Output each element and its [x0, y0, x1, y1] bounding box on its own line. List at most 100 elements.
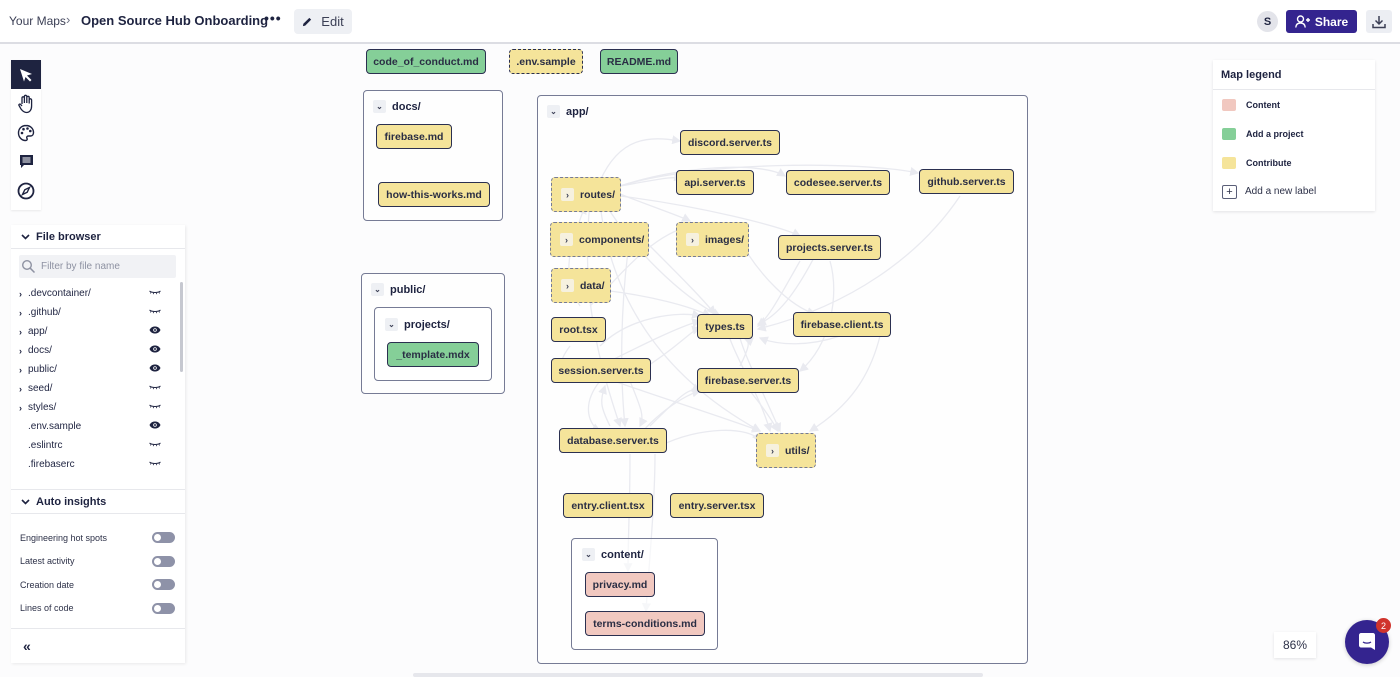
collapse-panel-button[interactable]: «: [11, 628, 185, 663]
file-node[interactable]: firebase.md: [376, 124, 452, 149]
file-node[interactable]: codesee.server.ts: [786, 170, 890, 195]
folder-node[interactable]: › routes/: [551, 177, 621, 212]
comment-tool[interactable]: [11, 147, 41, 176]
file-node[interactable]: README.md: [600, 49, 678, 74]
legend-item[interactable]: Contribute: [1213, 148, 1375, 177]
eye-icon[interactable]: [149, 364, 161, 375]
chevron-right-icon[interactable]: ›: [19, 327, 28, 337]
folder-node[interactable]: › utils/: [756, 433, 816, 468]
file-filter-input[interactable]: [41, 261, 171, 272]
file-node[interactable]: session.server.ts: [551, 358, 651, 383]
file-browser-item[interactable]: .env.sample: [11, 417, 185, 436]
file-node[interactable]: entry.server.tsx: [670, 493, 764, 518]
chevron-right-icon[interactable]: ›: [19, 365, 28, 375]
group-app-header[interactable]: ⌄ app/: [547, 105, 589, 118]
file-node[interactable]: _template.mdx: [387, 342, 479, 367]
insight-toggle[interactable]: [152, 532, 175, 543]
folder-node[interactable]: › data/: [551, 268, 611, 303]
eye-icon[interactable]: [149, 421, 161, 432]
plus-icon: +: [1222, 184, 1237, 199]
file-node[interactable]: entry.client.tsx: [563, 493, 653, 518]
file-node[interactable]: api.server.ts: [676, 170, 754, 195]
file-browser-item[interactable]: .firebaserc: [11, 455, 185, 474]
map-canvas[interactable]: code_of_conduct.md .env.sample README.md…: [0, 46, 1400, 676]
download-button[interactable]: [1366, 10, 1392, 33]
navigate-tool[interactable]: [11, 176, 41, 205]
more-options-button[interactable]: •••: [264, 10, 282, 26]
chevron-right-icon[interactable]: ›: [560, 233, 573, 246]
chevron-down-icon[interactable]: ⌄: [371, 283, 384, 296]
file-browser-item[interactable]: .eslintrc: [11, 436, 185, 455]
pan-tool[interactable]: [11, 89, 41, 118]
file-browser-item[interactable]: › docs/: [11, 341, 185, 360]
file-node[interactable]: projects.server.ts: [778, 235, 881, 260]
chevron-right-icon[interactable]: ›: [561, 188, 574, 201]
insight-toggle[interactable]: [152, 602, 175, 614]
breadcrumb-your-maps[interactable]: Your Maps: [9, 14, 66, 28]
group-public-header[interactable]: ⌄ public/: [371, 283, 425, 296]
chevron-right-icon[interactable]: ›: [19, 346, 28, 356]
chevron-right-icon[interactable]: ›: [561, 279, 574, 292]
file-browser-header[interactable]: File browser: [11, 225, 185, 249]
file-browser-item[interactable]: › .github/: [11, 303, 185, 322]
eye-closed-icon[interactable]: [149, 440, 161, 451]
file-node[interactable]: discord.server.ts: [680, 130, 780, 155]
eye-closed-icon[interactable]: [149, 307, 161, 318]
chevron-right-icon[interactable]: ›: [686, 233, 699, 246]
file-node[interactable]: terms-conditions.md: [585, 611, 705, 636]
file-filter[interactable]: [19, 255, 176, 278]
file-browser-item[interactable]: › .devcontainer/: [11, 284, 185, 303]
chevron-right-icon[interactable]: ›: [19, 403, 28, 413]
insight-label: Creation date: [20, 579, 75, 590]
eye-closed-icon[interactable]: [149, 288, 161, 299]
folder-node[interactable]: › components/: [550, 222, 649, 257]
share-button[interactable]: Share: [1286, 10, 1357, 33]
chevron-down-icon[interactable]: ⌄: [373, 100, 386, 113]
notification-badge: 2: [1376, 618, 1391, 633]
file-browser-item[interactable]: › seed/: [11, 379, 185, 398]
insight-toggle[interactable]: [152, 579, 175, 590]
file-browser-item[interactable]: › styles/: [11, 398, 185, 417]
file-node[interactable]: how-this-works.md: [378, 182, 490, 207]
select-tool[interactable]: [11, 60, 41, 89]
file-node[interactable]: github.server.ts: [919, 169, 1014, 194]
group-docs-header[interactable]: ⌄ docs/: [373, 100, 421, 113]
group-label: projects/: [404, 318, 450, 331]
style-tool[interactable]: [11, 118, 41, 147]
folder-node[interactable]: › images/: [676, 222, 749, 257]
file-node[interactable]: firebase.server.ts: [697, 368, 799, 393]
file-node[interactable]: types.ts: [697, 314, 753, 339]
chevron-right-icon[interactable]: ›: [19, 308, 28, 318]
eye-closed-icon[interactable]: [149, 383, 161, 394]
add-label-button[interactable]: + Add a new label: [1213, 177, 1375, 206]
canvas-horizontal-scrollbar[interactable]: [413, 673, 983, 677]
edit-button[interactable]: Edit: [294, 9, 352, 34]
chevron-down-icon[interactable]: ⌄: [582, 548, 595, 561]
chevron-right-icon[interactable]: ›: [766, 444, 779, 457]
file-node[interactable]: .env.sample: [509, 49, 583, 74]
user-avatar[interactable]: S: [1257, 11, 1278, 32]
chevron-down-icon[interactable]: ⌄: [547, 105, 560, 118]
chevron-right-icon[interactable]: ›: [19, 289, 28, 299]
eye-closed-icon[interactable]: [149, 459, 161, 470]
eye-icon[interactable]: [149, 326, 161, 337]
legend-item[interactable]: Add a project: [1213, 119, 1375, 148]
file-node[interactable]: firebase.client.ts: [793, 312, 891, 337]
zoom-level-indicator[interactable]: 86%: [1274, 632, 1316, 658]
file-node[interactable]: code_of_conduct.md: [366, 49, 486, 74]
file-node[interactable]: root.tsx: [551, 317, 606, 342]
eye-icon[interactable]: [149, 345, 161, 356]
insight-toggle[interactable]: [152, 555, 175, 567]
file-browser-item[interactable]: › public/: [11, 360, 185, 379]
file-browser-item[interactable]: › app/: [11, 322, 185, 341]
file-list: › .devcontainer/› .github/› app/› docs/› publ…: [11, 282, 185, 470]
chevron-right-icon[interactable]: ›: [19, 384, 28, 394]
chevron-down-icon[interactable]: ⌄: [385, 318, 398, 331]
file-node[interactable]: privacy.md: [585, 572, 655, 597]
eye-closed-icon[interactable]: [149, 402, 161, 413]
auto-insights-header[interactable]: Auto insights: [11, 489, 185, 514]
group-content-header[interactable]: ⌄ content/: [582, 548, 644, 561]
group-projects-header[interactable]: ⌄ projects/: [385, 318, 450, 331]
file-node[interactable]: database.server.ts: [559, 428, 667, 453]
legend-item[interactable]: Content: [1213, 90, 1375, 119]
